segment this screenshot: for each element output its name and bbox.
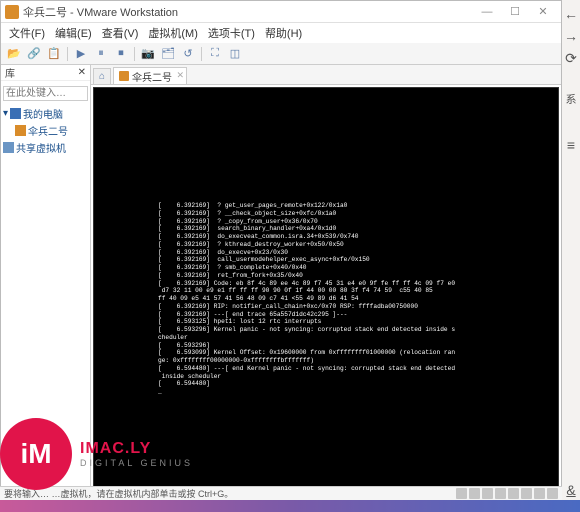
- copy-icon[interactable]: 📋: [45, 45, 63, 63]
- tree-item-shared[interactable]: 共享虚拟机: [3, 139, 88, 156]
- tab-label: 伞兵二号: [132, 69, 172, 84]
- tree-label: 伞兵二号: [28, 123, 68, 138]
- watermark: iM IMAC.LY DIGITAL GENIUS: [0, 418, 193, 490]
- refresh-icon[interactable]: ⟳: [565, 50, 577, 67]
- fullscreen-icon[interactable]: ⛶: [206, 45, 224, 63]
- tree-label: 我的电脑: [23, 106, 63, 121]
- vm-tab[interactable]: 伞兵二号 ✕: [113, 67, 187, 84]
- library-tree: ▾ 我的电脑 伞兵二号 共享虚拟机: [1, 103, 90, 158]
- computer-icon: [10, 108, 21, 119]
- menu-view[interactable]: 查看(V): [98, 24, 143, 42]
- tree-item-vm[interactable]: 伞兵二号: [3, 122, 88, 139]
- device-icon[interactable]: [482, 488, 493, 499]
- open-icon[interactable]: 📂: [5, 45, 23, 63]
- browser-edge: ← → ⟳ 系 ≡ &: [562, 0, 580, 512]
- toolbar: 📂 🔗 📋 ▶ ⏸ ⏹ 📷 🗂 ↺ ⛶ ◫: [1, 43, 561, 65]
- close-button[interactable]: ✕: [529, 3, 557, 21]
- titlebar[interactable]: 伞兵二号 - VMware Workstation — ☐ ✕: [1, 1, 561, 23]
- vm-icon: [15, 125, 26, 136]
- minimize-button[interactable]: —: [473, 3, 501, 21]
- menu-help[interactable]: 帮助(H): [261, 24, 306, 42]
- forward-icon[interactable]: →: [564, 28, 578, 44]
- app-icon: [5, 5, 19, 19]
- revert-icon[interactable]: ↺: [179, 45, 197, 63]
- maximize-button[interactable]: ☐: [501, 3, 529, 21]
- unity-icon[interactable]: ◫: [226, 45, 244, 63]
- console-output: [ 6.392169] ? get_user_pages_remote+0x12…: [158, 202, 554, 396]
- device-icon[interactable]: [469, 488, 480, 499]
- separator: [134, 47, 135, 61]
- menu-vm[interactable]: 虚拟机(M): [144, 24, 202, 42]
- shared-icon: [3, 142, 14, 153]
- device-icon[interactable]: [534, 488, 545, 499]
- connect-icon[interactable]: 🔗: [25, 45, 43, 63]
- separator: [201, 47, 202, 61]
- tree-label: 共享虚拟机: [16, 140, 66, 155]
- snapshot-icon[interactable]: 📷: [139, 45, 157, 63]
- menubar: 文件(F) 编辑(E) 查看(V) 虚拟机(M) 选项卡(T) 帮助(H): [1, 23, 561, 43]
- window-title: 伞兵二号 - VMware Workstation: [23, 4, 473, 20]
- text-fragment: 系: [566, 91, 577, 107]
- play-icon[interactable]: ▶: [72, 45, 90, 63]
- stop-icon[interactable]: ⏹: [112, 45, 130, 63]
- device-icon[interactable]: [456, 488, 467, 499]
- tab-bar: ⌂ 伞兵二号 ✕: [91, 65, 561, 85]
- taskbar[interactable]: [0, 500, 580, 512]
- device-icon[interactable]: [521, 488, 532, 499]
- watermark-line1: IMAC.LY: [80, 440, 193, 458]
- pause-icon[interactable]: ⏸: [92, 45, 110, 63]
- manage-icon[interactable]: 🗂: [159, 45, 177, 63]
- library-close-icon[interactable]: ✕: [78, 67, 86, 78]
- menu-tabs[interactable]: 选项卡(T): [204, 24, 259, 42]
- bottom-icon: &: [566, 482, 575, 498]
- library-search-input[interactable]: [3, 86, 88, 101]
- menu-file[interactable]: 文件(F): [5, 24, 49, 42]
- watermark-logo: iM: [0, 418, 72, 490]
- back-icon[interactable]: ←: [564, 6, 578, 22]
- watermark-line2: DIGITAL GENIUS: [80, 458, 193, 468]
- device-icon[interactable]: [495, 488, 506, 499]
- tree-collapse-icon[interactable]: ▾: [3, 108, 8, 119]
- tab-close-icon[interactable]: ✕: [176, 70, 184, 81]
- home-tab[interactable]: ⌂: [93, 68, 111, 84]
- vm-icon: [119, 71, 129, 81]
- device-icon[interactable]: [508, 488, 519, 499]
- menu-icon[interactable]: ≡: [567, 137, 575, 153]
- menu-edit[interactable]: 编辑(E): [51, 24, 96, 42]
- tree-item-mycomputer[interactable]: ▾ 我的电脑: [3, 105, 88, 122]
- library-title: 库: [5, 65, 15, 80]
- separator: [67, 47, 68, 61]
- device-icon[interactable]: [547, 488, 558, 499]
